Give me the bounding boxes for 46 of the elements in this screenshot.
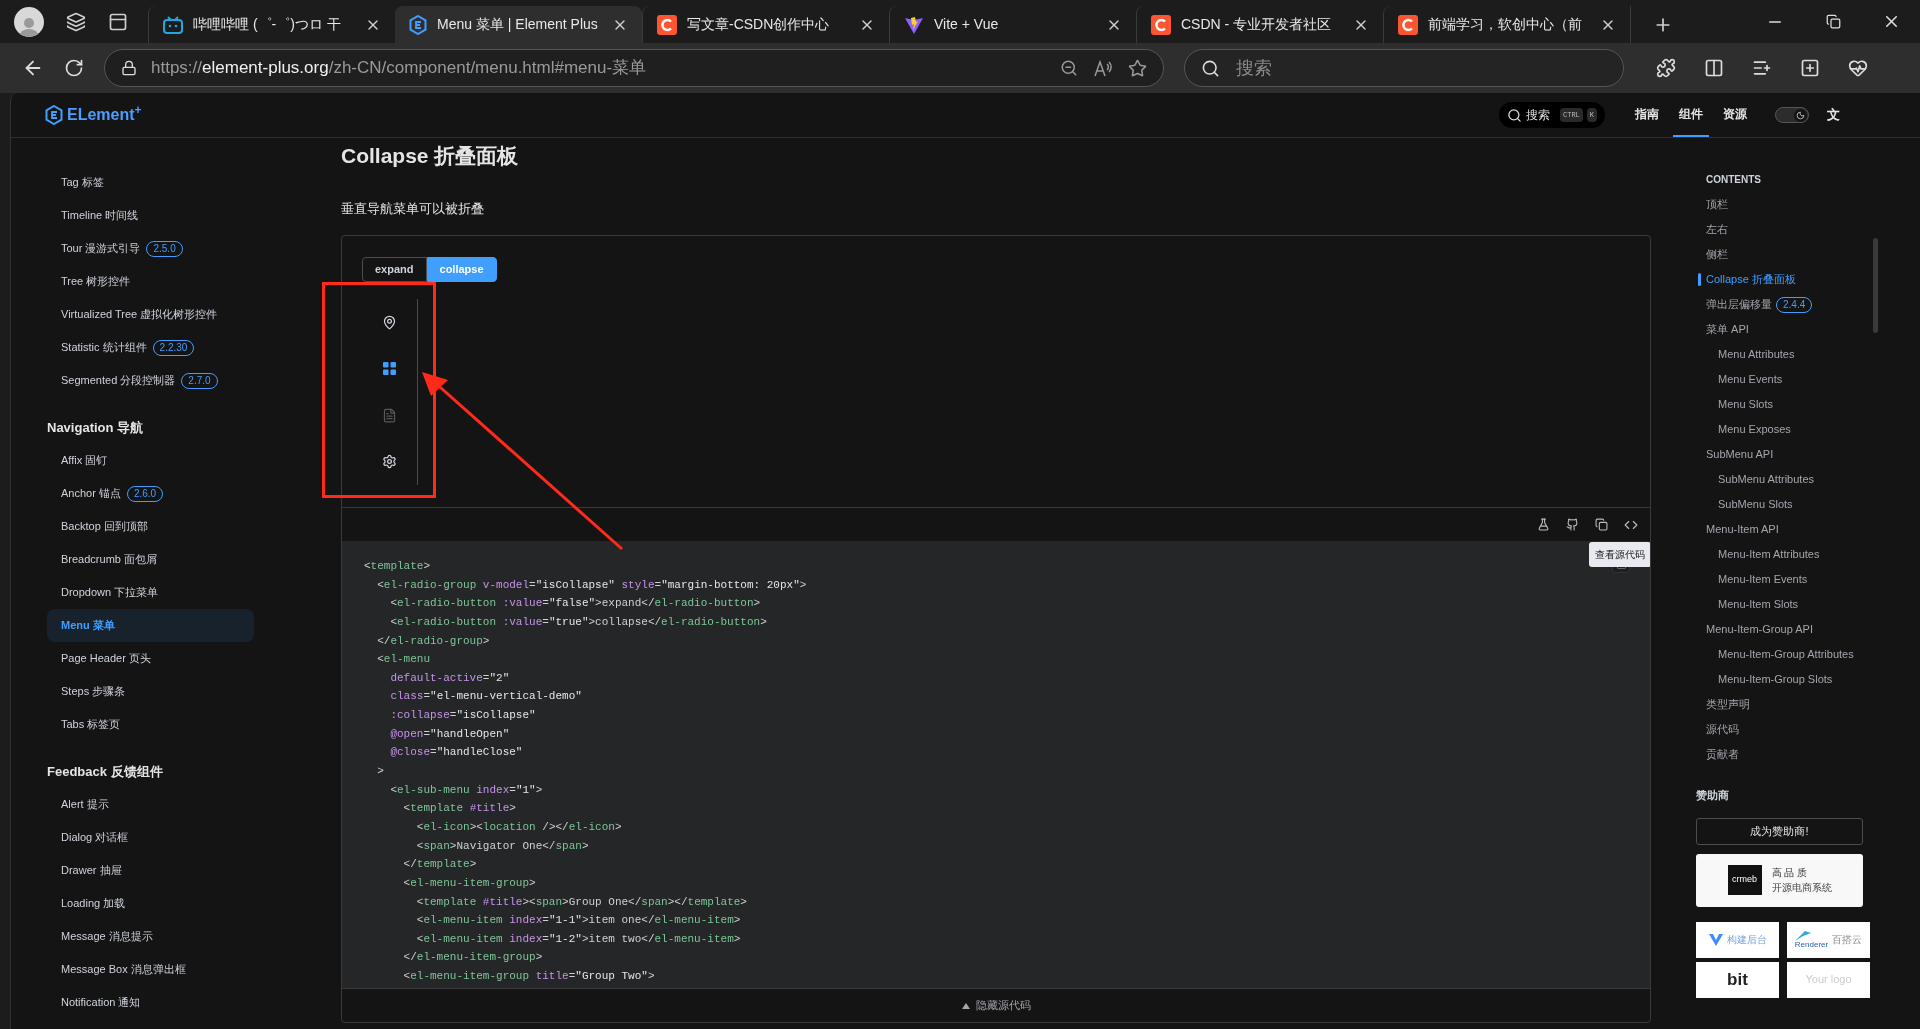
- section-description: 垂直导航菜单可以被折叠: [341, 200, 484, 218]
- code-line: <el-menu-item-group title="Group Two">: [402, 969, 655, 985]
- tab-title: CSDN - 专业开发者社区: [1181, 15, 1333, 34]
- code-line: class="el-menu-vertical-demo": [389, 689, 582, 705]
- sidebar-heading: Navigation 导航: [47, 418, 144, 437]
- code-line: <template #title><span>Group One</span></template>: [415, 894, 747, 910]
- tooltip: 查看源代码: [1589, 542, 1650, 567]
- code-line: <el-menu-item-group>: [402, 875, 536, 891]
- code-line: :collapse="isCollapse": [389, 708, 536, 724]
- toc-title: CONTENTS: [1706, 173, 1761, 187]
- code-line: <el-menu: [376, 652, 431, 668]
- code-line: <el-sub-menu index="1">: [389, 782, 543, 798]
- code-line: <el-radio-button :value="false">expand</el-radio-button>: [389, 596, 761, 612]
- code-line: <template #title>: [402, 801, 516, 817]
- sponsor-subtitle: 开源电商系统: [1771, 881, 1832, 895]
- code-line: <el-menu-item index="1-1">item one</el-menu-item>: [415, 913, 741, 929]
- sponsor-name: bit: [1727, 968, 1748, 991]
- code-line: >: [376, 764, 384, 780]
- url-text: https://element-plus.org/zh-CN/component/menu.html#menu-菜单: [151, 57, 648, 80]
- code-line: <el-radio-group v-model="isCollapse" style="margin-bottom: 20px">: [376, 577, 807, 593]
- code-line: default-active="2": [389, 670, 510, 686]
- tab-title: Menu 菜单 | Element Plus: [437, 15, 599, 34]
- search-placeholder: 搜索: [1236, 56, 1272, 80]
- sponsor-logo: crmeb: [1727, 865, 1762, 895]
- section-title: Collapse 折叠面板: [341, 143, 519, 169]
- sponsors-heading: 赞助商: [1696, 788, 1729, 803]
- code-line: </template>: [402, 857, 477, 873]
- search-placeholder: 搜索: [1526, 107, 1550, 124]
- code-line: <template>: [364, 559, 431, 574]
- code-line: @close="handleClose": [389, 745, 523, 761]
- code-line: <span>Navigator One</span>: [415, 838, 589, 854]
- code-line: <el-menu-item index="1-2">item two</el-menu-item>: [415, 931, 741, 947]
- code-line: <el-radio-button :value="true">collapse</el-radio-button>: [389, 614, 767, 630]
- tab-title: 前端学习，软创中心（前: [1428, 15, 1583, 34]
- code-line: </el-radio-group>: [376, 633, 490, 649]
- code-line: <el-icon><location /></el-icon>: [415, 819, 622, 835]
- sidebar-heading: Feedback 反馈组件: [47, 762, 163, 781]
- code-line: @open="handleOpen": [389, 726, 510, 742]
- sponsor-title: 高 品 质: [1771, 866, 1809, 880]
- sponsor-name: 百搭云: [1832, 933, 1863, 947]
- tab-title: Vite + Vue: [934, 15, 1000, 34]
- tab-title: 哔哩哔哩 (゜-゜)つロ 干: [193, 15, 342, 34]
- sponsor-subtitle: Renderer: [1794, 940, 1829, 949]
- sponsor-name: 构建后台: [1726, 933, 1767, 947]
- code-line: </el-menu-item-group>: [402, 950, 543, 966]
- tab-title: 写文章-CSDN创作中心: [687, 15, 831, 34]
